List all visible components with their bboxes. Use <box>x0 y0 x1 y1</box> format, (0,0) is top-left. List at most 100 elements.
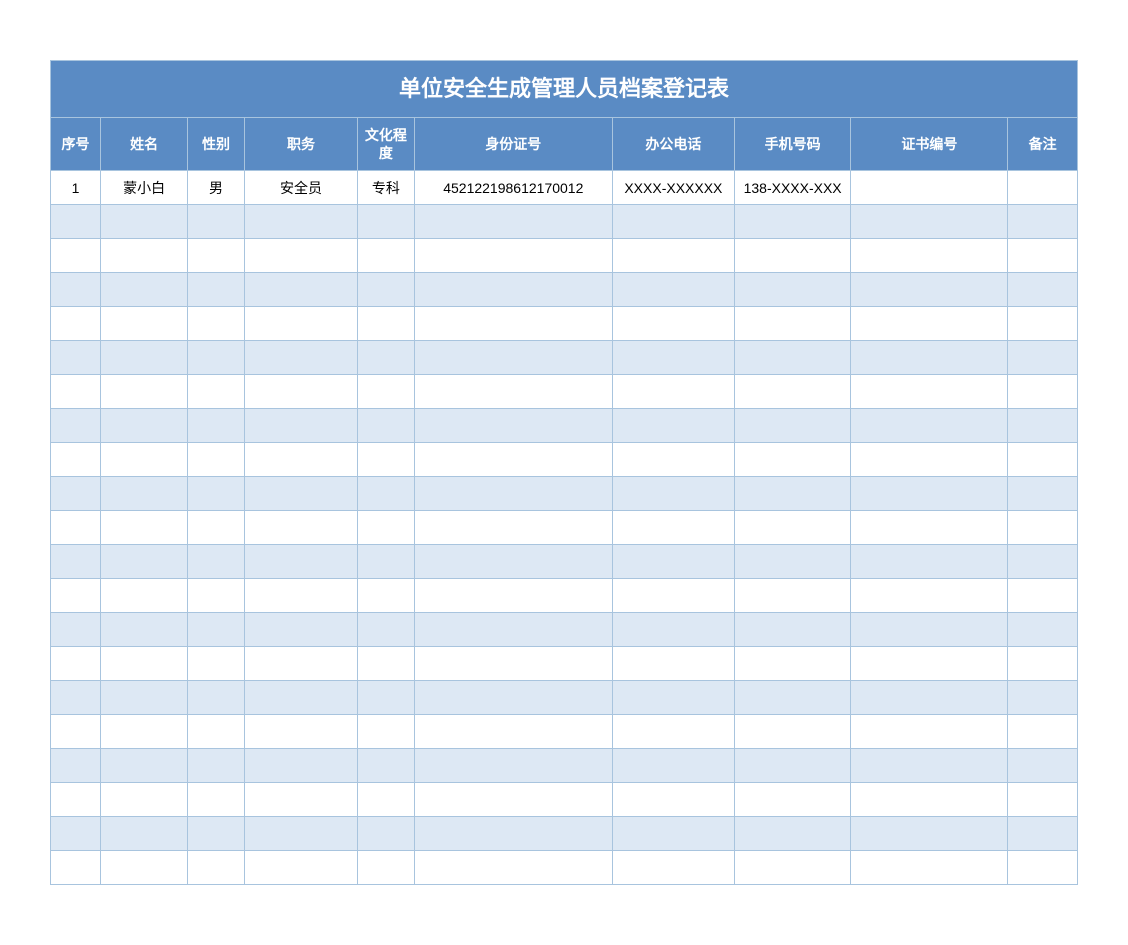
cell-cert <box>851 239 1008 273</box>
cell-cert <box>851 613 1008 647</box>
cell-idnum <box>414 613 612 647</box>
cell-idnum <box>414 273 612 307</box>
cell-office <box>612 375 734 409</box>
cell-mobile <box>734 681 851 715</box>
cell-cert <box>851 341 1008 375</box>
cell-office <box>612 647 734 681</box>
cell-mobile <box>734 579 851 613</box>
cell-mobile <box>734 375 851 409</box>
table-row: 1蒙小白男安全员专科452122198612170012XXXX-XXXXXX1… <box>51 171 1078 205</box>
cell-name <box>101 749 188 783</box>
cell-education <box>358 817 415 851</box>
cell-remark <box>1008 443 1078 477</box>
cell-idnum <box>414 409 612 443</box>
cell-name <box>101 205 188 239</box>
cell-education <box>358 715 415 749</box>
cell-seq <box>51 613 101 647</box>
cell-position <box>244 681 357 715</box>
cell-cert <box>851 715 1008 749</box>
cell-idnum <box>414 681 612 715</box>
cell-name <box>101 341 188 375</box>
header-gender: 性别 <box>188 118 245 171</box>
cell-remark <box>1008 273 1078 307</box>
cell-idnum <box>414 749 612 783</box>
cell-office <box>612 851 734 885</box>
cell-name <box>101 375 188 409</box>
cell-remark <box>1008 375 1078 409</box>
cell-remark <box>1008 477 1078 511</box>
cell-education <box>358 545 415 579</box>
cell-remark <box>1008 647 1078 681</box>
table-row <box>51 205 1078 239</box>
cell-gender <box>188 375 245 409</box>
cell-name <box>101 273 188 307</box>
cell-position <box>244 715 357 749</box>
cell-mobile <box>734 817 851 851</box>
cell-mobile: 138-XXXX-XXX <box>734 171 851 205</box>
cell-mobile <box>734 851 851 885</box>
cell-idnum <box>414 817 612 851</box>
cell-cert <box>851 545 1008 579</box>
cell-office <box>612 239 734 273</box>
cell-office <box>612 205 734 239</box>
cell-idnum <box>414 647 612 681</box>
header-mobile: 手机号码 <box>734 118 851 171</box>
cell-idnum <box>414 239 612 273</box>
cell-office <box>612 783 734 817</box>
cell-seq <box>51 715 101 749</box>
cell-education <box>358 647 415 681</box>
cell-education <box>358 409 415 443</box>
cell-cert <box>851 647 1008 681</box>
table-row <box>51 647 1078 681</box>
cell-education <box>358 375 415 409</box>
table-row <box>51 511 1078 545</box>
cell-position <box>244 375 357 409</box>
cell-remark <box>1008 851 1078 885</box>
cell-idnum <box>414 307 612 341</box>
header-position: 职务 <box>244 118 357 171</box>
cell-mobile <box>734 477 851 511</box>
cell-name <box>101 783 188 817</box>
cell-remark <box>1008 579 1078 613</box>
cell-education <box>358 307 415 341</box>
cell-education <box>358 749 415 783</box>
cell-position <box>244 817 357 851</box>
cell-office <box>612 817 734 851</box>
header-name: 姓名 <box>101 118 188 171</box>
cell-idnum <box>414 477 612 511</box>
cell-mobile <box>734 205 851 239</box>
cell-idnum <box>414 511 612 545</box>
cell-position <box>244 749 357 783</box>
cell-gender <box>188 511 245 545</box>
cell-seq <box>51 443 101 477</box>
cell-education <box>358 681 415 715</box>
cell-position <box>244 341 357 375</box>
cell-name <box>101 579 188 613</box>
cell-name <box>101 409 188 443</box>
cell-education: 专科 <box>358 171 415 205</box>
cell-remark <box>1008 341 1078 375</box>
cell-seq <box>51 749 101 783</box>
cell-office <box>612 341 734 375</box>
cell-mobile <box>734 239 851 273</box>
table-row <box>51 579 1078 613</box>
table-row <box>51 341 1078 375</box>
cell-seq <box>51 307 101 341</box>
cell-office <box>612 681 734 715</box>
cell-cert <box>851 409 1008 443</box>
table-row <box>51 409 1078 443</box>
cell-name <box>101 443 188 477</box>
cell-cert <box>851 817 1008 851</box>
cell-cert <box>851 579 1008 613</box>
cell-gender <box>188 273 245 307</box>
cell-seq <box>51 851 101 885</box>
cell-cert <box>851 477 1008 511</box>
cell-position: 安全员 <box>244 171 357 205</box>
cell-position <box>244 579 357 613</box>
cell-office <box>612 511 734 545</box>
cell-position <box>244 545 357 579</box>
cell-idnum <box>414 851 612 885</box>
cell-name <box>101 545 188 579</box>
cell-mobile <box>734 409 851 443</box>
cell-gender <box>188 205 245 239</box>
